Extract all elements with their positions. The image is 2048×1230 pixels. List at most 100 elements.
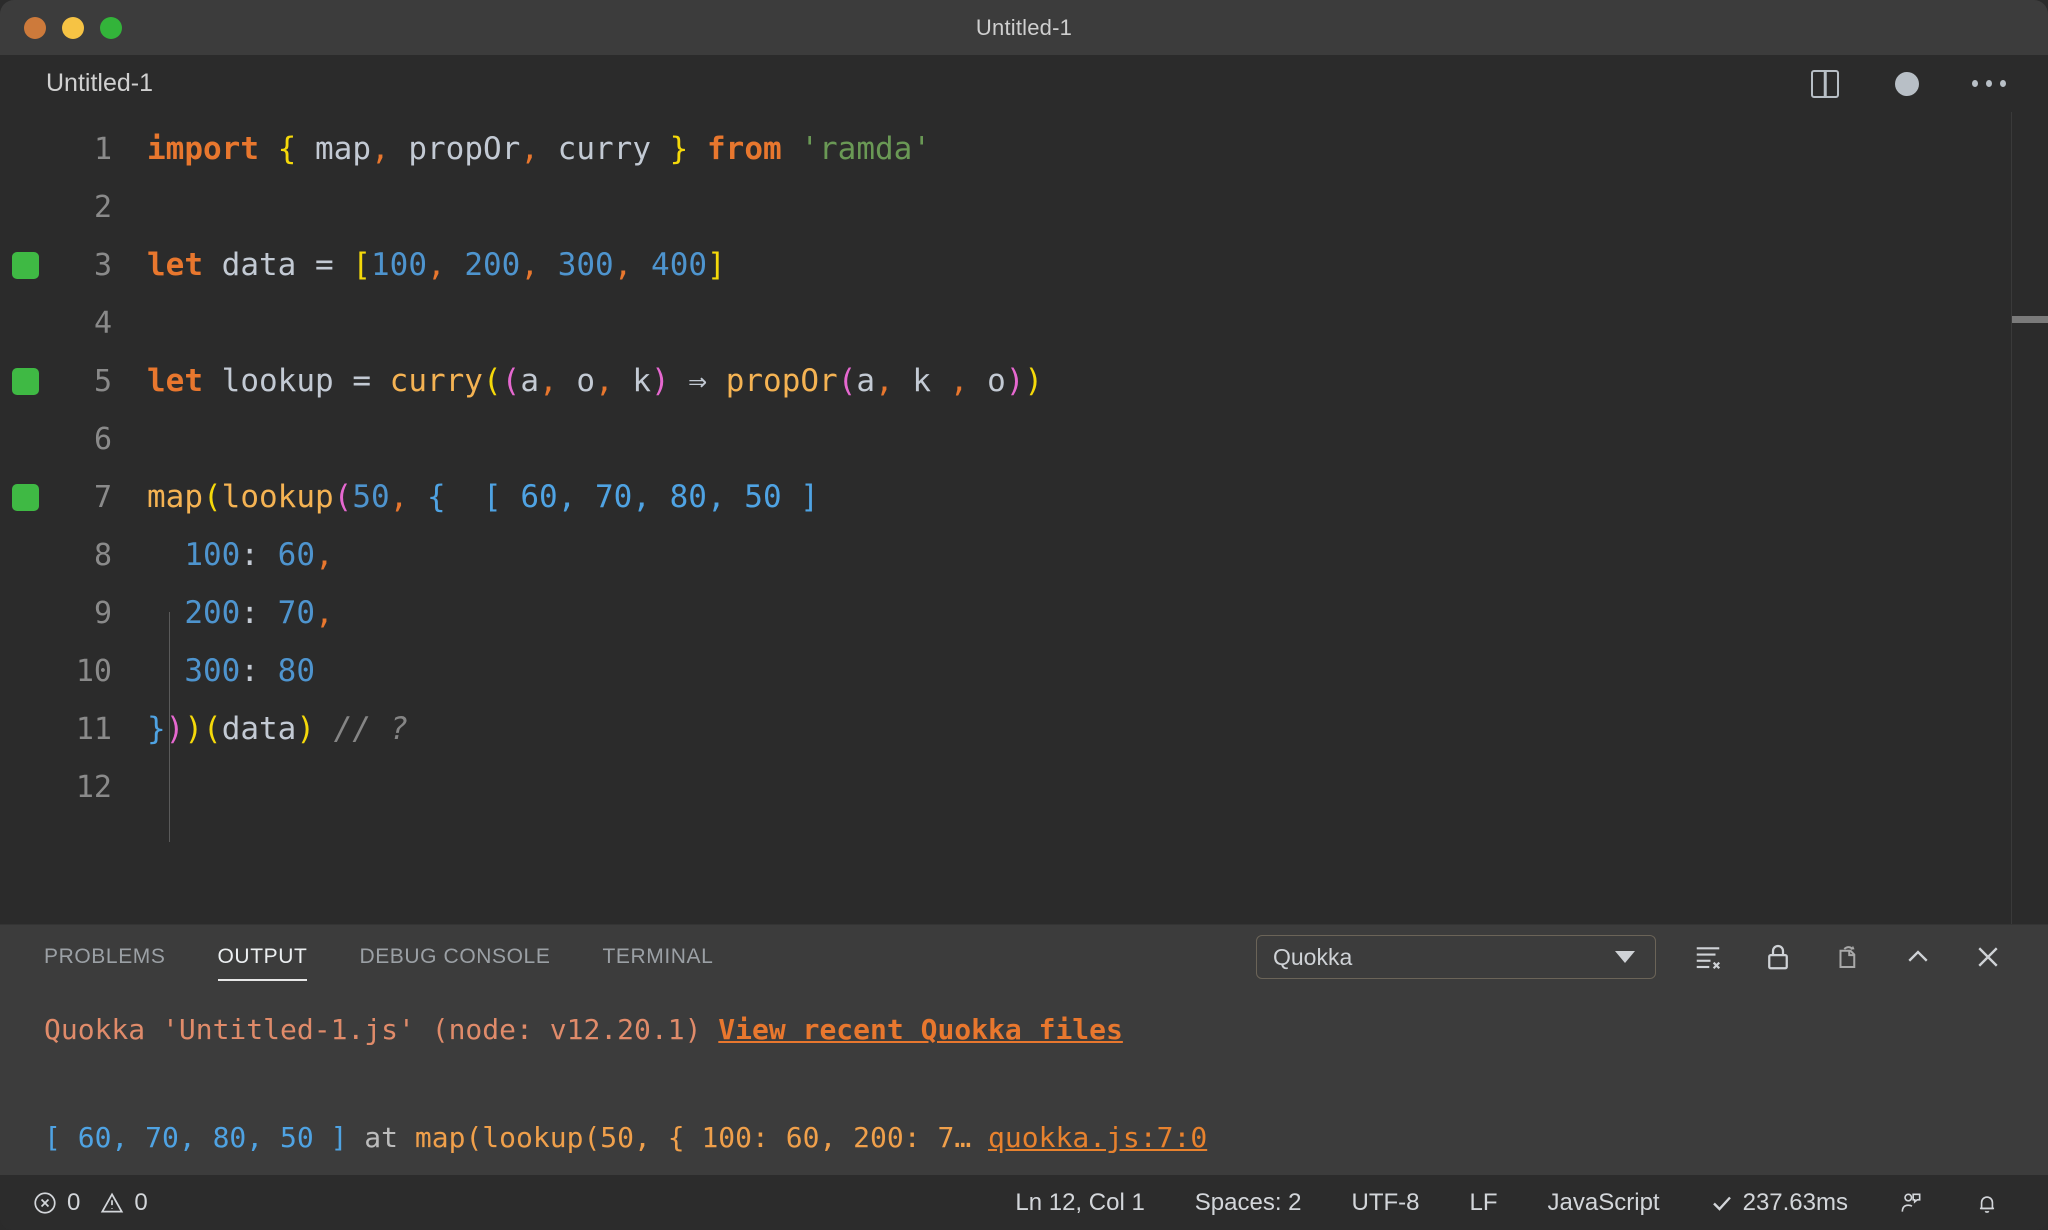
- line-number: 2: [93, 189, 112, 225]
- code-line[interactable]: 2: [0, 178, 2048, 236]
- code-token: ,: [613, 247, 633, 283]
- code-line[interactable]: 1 import { map, propOr, curry } from 'ram…: [0, 120, 2048, 178]
- code-token: a: [520, 363, 539, 399]
- code-token: a: [856, 363, 876, 399]
- status-cursor-position[interactable]: Ln 12, Col 1: [1005, 1175, 1154, 1230]
- lock-icon[interactable]: [1760, 939, 1796, 975]
- code-token: ): [184, 711, 204, 747]
- editor-tab-untitled-1[interactable]: Untitled-1: [0, 55, 181, 112]
- open-in-editor-icon[interactable]: [1830, 939, 1866, 975]
- status-indentation[interactable]: Spaces: 2: [1185, 1175, 1312, 1230]
- output-link[interactable]: View recent Quokka files: [718, 1013, 1123, 1046]
- panel-tab-output[interactable]: OUTPUT: [217, 925, 308, 989]
- code-token: ,: [520, 131, 539, 167]
- status-bar: 0 0 Ln 12, Col 1 Spaces: 2 UTF-8 LF Java…: [0, 1175, 2048, 1230]
- panel-tab-debug-console[interactable]: DEBUG CONSOLE: [359, 925, 550, 989]
- indentation-label: Spaces: 2: [1194, 1188, 1302, 1216]
- code-token: (: [203, 479, 222, 515]
- code-line[interactable]: 8 100: 60,: [0, 526, 2048, 584]
- feedback-icon: [1901, 1193, 1921, 1212]
- code-line[interactable]: 9 200: 70,: [0, 584, 2048, 642]
- close-icon[interactable]: [1970, 939, 2006, 975]
- code-token: (: [501, 363, 521, 399]
- code-line[interactable]: 7 map(lookup(50, { [ 60, 70, 80, 50 ]: [0, 468, 2048, 526]
- more-actions-icon[interactable]: [1972, 67, 2006, 101]
- panel-tab-terminal[interactable]: TERMINAL: [602, 925, 713, 989]
- status-notifications[interactable]: [1964, 1175, 2010, 1230]
- code-token: propOr: [408, 131, 521, 167]
- code-token: ): [1005, 363, 1025, 399]
- code-line[interactable]: 4: [0, 294, 2048, 352]
- bottom-panel: PROBLEMS OUTPUT DEBUG CONSOLE TERMINAL Q…: [0, 924, 2048, 1175]
- code-token: ,: [389, 479, 409, 515]
- check-icon: [1712, 1196, 1731, 1211]
- panel-header: PROBLEMS OUTPUT DEBUG CONSOLE TERMINAL Q…: [0, 925, 2048, 989]
- code-line[interactable]: 3 let data = [100, 200, 300, 400]: [0, 236, 2048, 294]
- output-link[interactable]: quokka.js:7:0: [988, 1121, 1207, 1154]
- output-content[interactable]: Quokka 'Untitled-1.js' (node: v12.20.1) …: [0, 989, 2048, 1175]
- code-token: ,: [520, 247, 540, 283]
- code-token: 'ramda': [800, 131, 931, 167]
- status-language-mode[interactable]: JavaScript: [1538, 1175, 1670, 1230]
- line-content: let lookup = curry((a, o, k) ⇒ propOr(a,…: [130, 363, 1043, 399]
- editor-scrollbar[interactable]: [2011, 112, 2012, 924]
- code-token: curry: [389, 363, 483, 399]
- line-number: 8: [93, 537, 112, 573]
- unsaved-dot-icon[interactable]: [1890, 67, 1924, 101]
- output-text: map(lookup(50, { 100: 60, 200: 7…: [414, 1121, 972, 1154]
- status-feedback[interactable]: [1888, 1175, 1934, 1230]
- code-token: [: [352, 247, 371, 283]
- encoding-label: UTF-8: [1351, 1188, 1420, 1216]
- code-token: 100: [184, 537, 241, 573]
- code-token: data: [221, 711, 297, 747]
- output-line: [ 60, 70, 80, 50 ] at map(lookup(50, { 1…: [44, 1111, 2004, 1165]
- output-channel-select[interactable]: Quokka: [1256, 935, 1656, 979]
- close-window-button[interactable]: [24, 16, 46, 39]
- editor-tab-actions: [1808, 67, 2048, 101]
- clear-output-icon[interactable]: [1690, 939, 1726, 975]
- status-problems[interactable]: 0 0: [22, 1175, 158, 1230]
- code-token: 300: [184, 653, 241, 689]
- status-encoding[interactable]: UTF-8: [1342, 1175, 1430, 1230]
- code-line[interactable]: 11}))(data) // ?: [0, 700, 2048, 758]
- cursor-position-label: Ln 12, Col 1: [1015, 1188, 1145, 1216]
- status-quokka-timing[interactable]: 237.63ms: [1700, 1175, 1858, 1230]
- line-content: let data = [100, 200, 300, 400]: [130, 247, 726, 283]
- chevron-down-icon: [1615, 951, 1635, 963]
- line-content: import { map, propOr, curry } from 'ramd…: [130, 131, 931, 167]
- line-number: 6: [93, 421, 112, 457]
- minimize-window-button[interactable]: [62, 16, 84, 39]
- panel-tab-problems[interactable]: PROBLEMS: [44, 925, 166, 989]
- editor-tab-bar: Untitled-1: [0, 55, 2048, 112]
- code-token: data: [221, 247, 297, 283]
- code-token: 200: [184, 595, 241, 631]
- panel-tab-label: OUTPUT: [217, 945, 308, 968]
- editor-scroll-mark: [2012, 316, 2048, 323]
- error-icon: [34, 1191, 56, 1214]
- code-line[interactable]: 12: [0, 758, 2048, 816]
- code-token: ): [1024, 363, 1044, 399]
- maximize-window-button[interactable]: [100, 16, 122, 39]
- code-line[interactable]: 6: [0, 410, 2048, 468]
- code-token: import: [147, 131, 259, 167]
- panel-tab-label: DEBUG CONSOLE: [359, 945, 551, 968]
- code-editor[interactable]: 1 import { map, propOr, curry } from 'ram…: [0, 112, 2048, 924]
- output-line: Quokka 'Untitled-1.js' (node: v12.20.1) …: [44, 1003, 2004, 1057]
- chevron-up-icon[interactable]: [1900, 939, 1936, 975]
- code-token: 200: [464, 247, 521, 283]
- code-line[interactable]: 10 300: 80: [0, 642, 2048, 700]
- status-eol[interactable]: LF: [1460, 1175, 1508, 1230]
- title-bar: Untitled-1: [0, 0, 2048, 55]
- split-editor-icon[interactable]: [1808, 67, 1842, 101]
- code-token: 100: [371, 247, 427, 283]
- code-line[interactable]: 5 let lookup = curry((a, o, k) ⇒ propOr(a…: [0, 352, 2048, 410]
